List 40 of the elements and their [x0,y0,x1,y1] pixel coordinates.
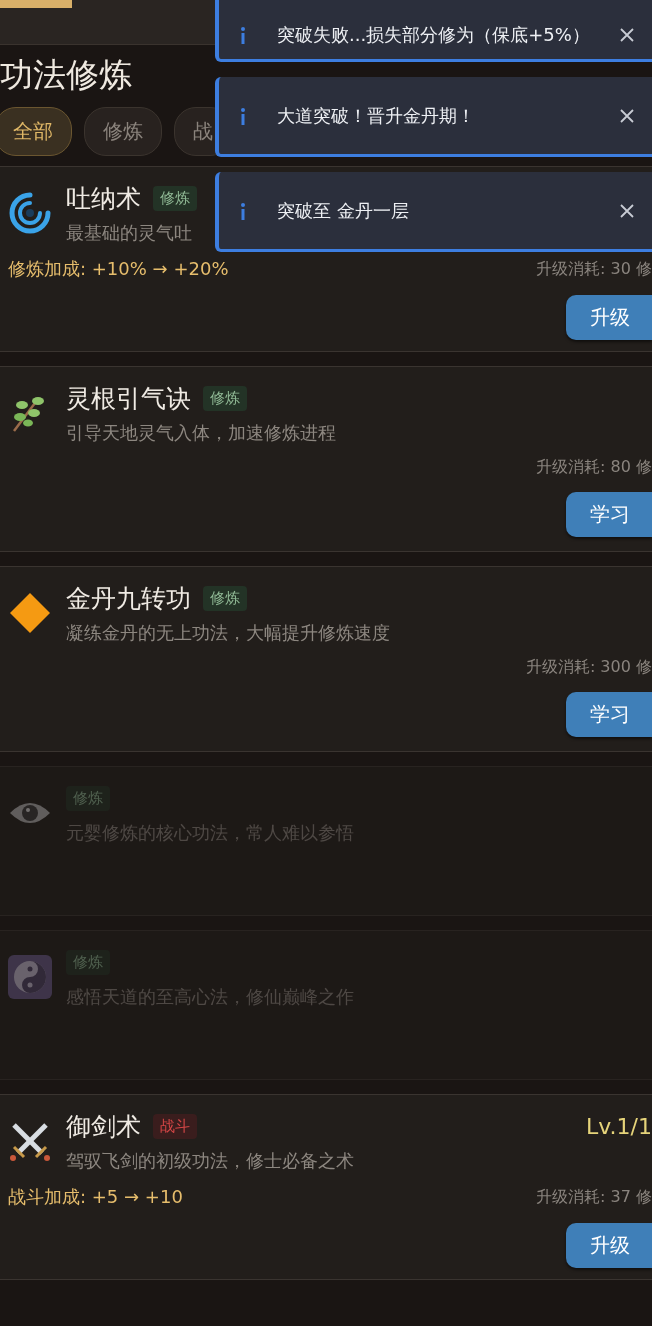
toast-message: 突破至 金丹一层 [277,198,410,223]
technique-name: 金丹九转功 [66,582,191,615]
technique-description: 最基础的灵气吐 [66,221,193,245]
toast-message: 突破失败...损失部分修为（保底+5%） [277,22,591,47]
technique-name: 御剑术 [66,1110,141,1143]
category-tag: 修炼 [66,785,110,811]
page-title: 功法修炼 [0,54,133,96]
upgrade-button[interactable]: 升级 [566,1223,652,1268]
technique-name: 灵根引气诀 [66,382,191,415]
upgrade-button[interactable]: 升级 [566,295,652,340]
close-icon[interactable] [620,203,634,218]
diamond-icon [8,591,52,635]
category-tag: 修炼 [203,385,247,411]
filter-tab[interactable]: 全部 [0,107,72,156]
cost-text: 升级消耗: 37 修 [536,1186,652,1208]
category-tag: 修炼 [153,185,197,211]
yin-yang-icon [8,955,52,999]
close-icon[interactable] [620,27,634,42]
info-icon [239,106,247,125]
toast-message: 大道突破！晋升金丹期！ [277,103,476,128]
info-icon [239,25,247,44]
learn-button[interactable]: 学习 [566,692,652,737]
category-tag: 修炼 [66,949,110,975]
technique-description: 驾驭飞剑的初级功法，修士必备之术 [66,1149,355,1173]
level-text: Lv.1/1 [586,1113,652,1139]
cost-text: 升级消耗: 30 修 [536,258,652,280]
info-icon [239,201,247,220]
close-icon[interactable] [620,108,634,123]
bonus-text: 修炼加成: +10% → +20% [8,257,229,281]
cost-text: 升级消耗: 80 修 [536,457,652,478]
technique-description: 引导天地灵气入体，加速修炼进程 [66,421,337,445]
learn-button[interactable]: 学习 [566,492,652,537]
technique-name: 吐纳术 [66,182,141,215]
category-tag: 战斗 [153,1113,197,1139]
cost-text: 升级消耗: 300 修 [525,657,652,678]
swirl-icon [8,191,52,235]
filter-tab[interactable]: 修炼 [84,107,162,156]
category-tag: 修炼 [203,585,247,611]
bonus-text: 战斗加成: +5 → +10 [8,1185,183,1209]
technique-description: 凝练金丹的无上功法，大幅提升修炼速度 [66,621,391,645]
